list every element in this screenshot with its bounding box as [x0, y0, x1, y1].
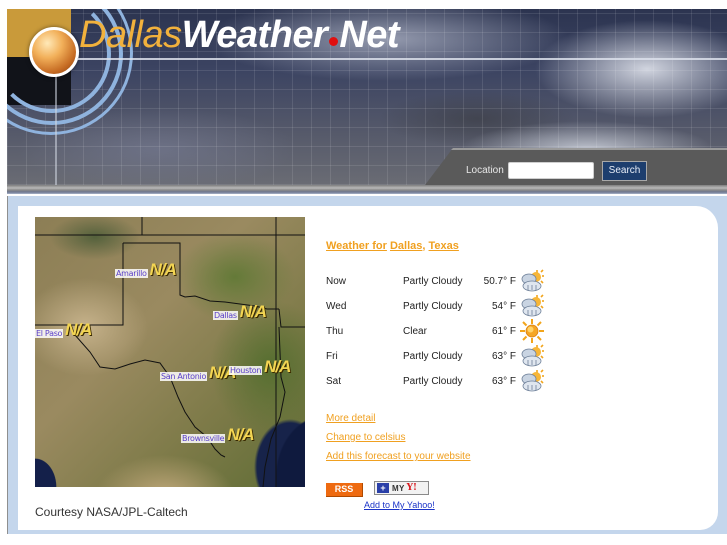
header-divider [7, 185, 727, 194]
yahoo-logo-icon: Y! [406, 483, 417, 493]
forecast-temp: 50.7° F [483, 276, 516, 287]
weather-heading: Weather for Dallas, Texas [326, 240, 459, 252]
forecast-row: Sat Partly Cloudy 63° F [326, 369, 556, 394]
forecast-condition: Partly Cloudy [403, 376, 463, 387]
logo-underline [77, 58, 727, 60]
forecast-temp: 63° F [491, 376, 516, 387]
city-name: Dallas [213, 311, 238, 320]
forecast-row: Wed Partly Cloudy 54° F [326, 294, 556, 319]
texas-satellite-map: Amarillo N/A Dallas N/A El Paso N/A San … [35, 217, 305, 487]
forecast-table: Now Partly Cloudy 50.7° F Wed Partly Clo… [326, 269, 556, 394]
forecast-row: Now Partly Cloudy 50.7° F [326, 269, 556, 294]
add-to-my-yahoo-link[interactable]: Add to My Yahoo! [364, 500, 435, 510]
location-label: Location [466, 165, 504, 176]
city-link[interactable]: Dallas [390, 240, 422, 252]
search-button[interactable]: Search [602, 161, 647, 181]
forecast-day: Thu [326, 326, 344, 337]
city-temp: N/A [149, 260, 177, 279]
globe-icon [29, 27, 79, 77]
change-to-celsius-link[interactable]: Change to celsius [326, 431, 471, 444]
forecast-temp: 63° F [491, 351, 516, 362]
map-city-houston: Houston N/A [229, 357, 291, 376]
city-name: Amarillo [115, 269, 148, 278]
logo-dot-icon [329, 37, 339, 46]
weather-for-link[interactable]: Weather for [326, 240, 387, 252]
forecast-condition: Partly Cloudy [403, 301, 463, 312]
map-city-san-antonio: San Antonio N/A [160, 364, 236, 381]
logo-stem [55, 75, 57, 185]
map-city-amarillo: Amarillo N/A [115, 260, 177, 279]
forecast-condition: Clear [403, 326, 427, 337]
map-city-brownsville: Brownsville N/A [181, 425, 255, 444]
state-borders [35, 217, 305, 487]
city-temp: N/A [227, 425, 254, 444]
city-temp: N/A [239, 302, 267, 321]
rss-button[interactable]: RSS [326, 483, 363, 497]
forecast-day: Now [326, 276, 347, 287]
city-temp: N/A [65, 320, 92, 339]
city-temp: N/A [264, 357, 291, 376]
logo-text-dallas: Dallas [79, 14, 182, 56]
forecast-condition: Partly Cloudy [403, 351, 463, 362]
forecast-temp: 54° F [491, 301, 516, 312]
state-link[interactable]: Texas [429, 240, 459, 252]
my-yahoo-button[interactable]: + MY Y! [374, 481, 429, 495]
forecast-condition: Partly Cloudy [403, 276, 463, 287]
forecast-temp: 61° F [491, 326, 516, 337]
partly-cloudy-icon [521, 294, 544, 317]
more-detail-link[interactable]: More detail [326, 412, 471, 425]
search-bar-edge [451, 148, 727, 150]
partly-cloudy-icon [521, 369, 544, 392]
logo-text-net: Net [339, 14, 400, 56]
map-city-dallas: Dallas N/A [213, 302, 267, 321]
forecast-day: Sat [326, 376, 342, 387]
forecast-links: More detail Change to celsius Add this f… [326, 412, 471, 469]
map-credit: Courtesy NASA/JPL-Caltech [35, 505, 188, 519]
sun-icon [520, 319, 544, 343]
partly-cloudy-icon [521, 344, 544, 367]
heading-separator: , [422, 240, 426, 252]
forecast-row: Thu Clear 61° F [326, 319, 556, 344]
forecast-day: Wed [326, 301, 347, 312]
add-forecast-link[interactable]: Add this forecast to your website [326, 450, 471, 463]
map-city-el-paso: El Paso N/A [35, 320, 92, 339]
city-name: Brownsville [181, 434, 226, 443]
logo-text-weather: Weather [181, 14, 328, 56]
location-input[interactable] [508, 162, 594, 179]
site-logo[interactable]: DallasWeather Net [79, 13, 400, 57]
partly-cloudy-icon [521, 269, 544, 292]
city-name: San Antonio [160, 372, 208, 381]
my-label: MY [392, 483, 405, 493]
city-name: El Paso [35, 329, 64, 338]
forecast-row: Fri Partly Cloudy 63° F [326, 344, 556, 369]
forecast-day: Fri [326, 351, 338, 362]
city-name: Houston [229, 366, 263, 375]
plus-icon: + [377, 483, 389, 493]
